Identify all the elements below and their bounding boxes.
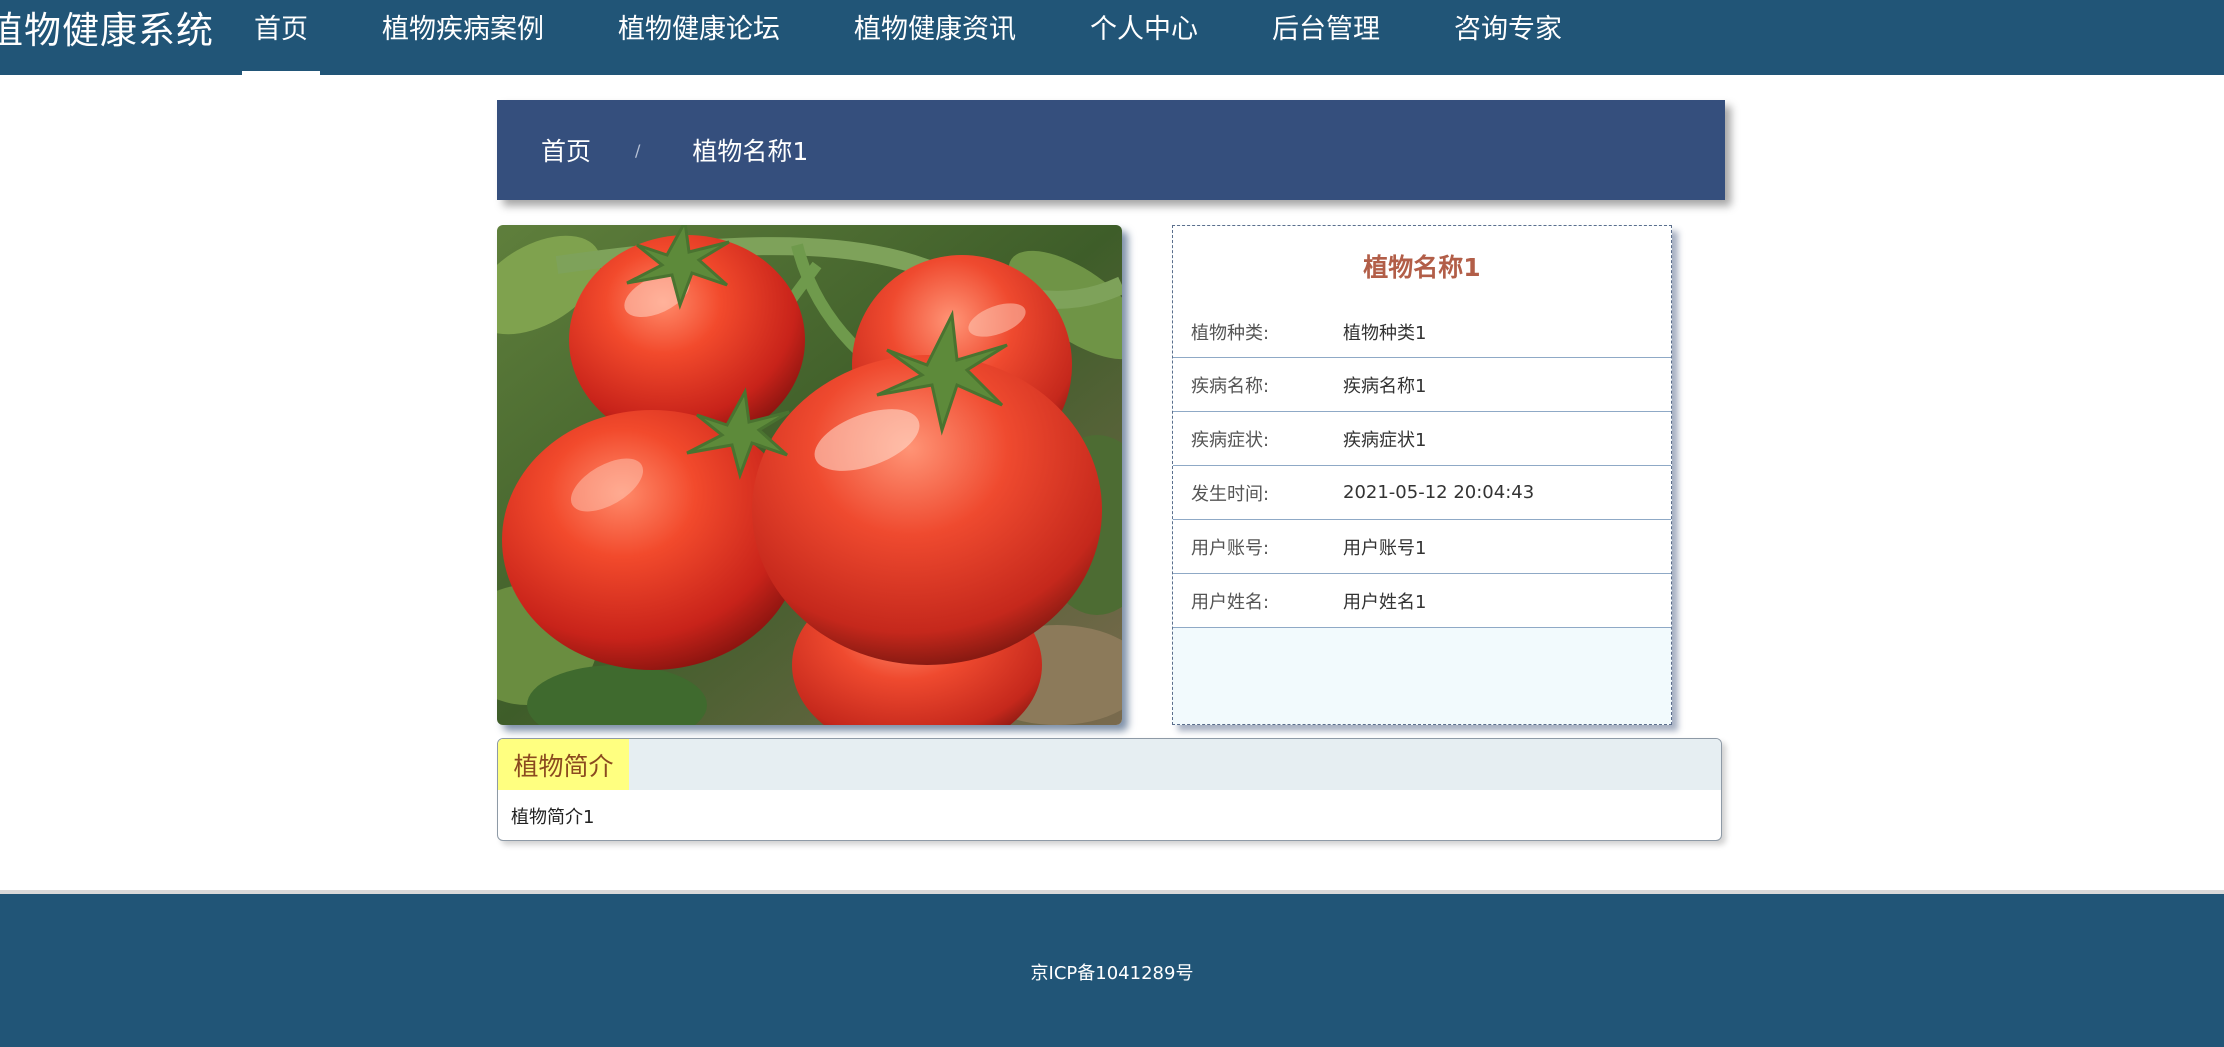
detail-row-occur-time: 发生时间: 2021-05-12 20:04:43: [1173, 466, 1671, 520]
detail-label: 用户姓名:: [1191, 591, 1270, 613]
tomato-photo-icon: [497, 225, 1122, 725]
page-footer: 京ICP备1041289号: [0, 890, 2224, 1047]
detail-header: 植物名称1: [1173, 226, 1671, 306]
nav-health-forum[interactable]: 植物健康论坛: [606, 0, 792, 75]
plant-detail-card: 植物名称1 植物种类: 植物种类1 疾病名称: 疾病名称1 疾病症状: 疾病症状…: [1172, 225, 1672, 725]
detail-value: 2021-05-12 20:04:43: [1343, 482, 1535, 503]
top-navbar: 植物健康系统 首页 植物疾病案例 植物健康论坛 植物健康资讯 个人中心 后台管理…: [0, 0, 2224, 75]
detail-label: 疾病名称:: [1191, 375, 1270, 397]
nav-admin[interactable]: 后台管理: [1260, 0, 1392, 75]
nav-health-news[interactable]: 植物健康资讯: [842, 0, 1028, 75]
detail-value: 用户姓名1: [1343, 591, 1427, 613]
nav-personal-center[interactable]: 个人中心: [1078, 0, 1210, 75]
breadcrumb-home-link[interactable]: 首页: [541, 132, 591, 168]
detail-table: 植物种类: 植物种类1 疾病名称: 疾病名称1 疾病症状: 疾病症状1 发生时间…: [1173, 306, 1671, 628]
nav-consult-expert[interactable]: 咨询专家: [1442, 0, 1574, 75]
detail-row-user-name: 用户姓名: 用户姓名1: [1173, 574, 1671, 628]
nav-disease-cases[interactable]: 植物疾病案例: [370, 0, 556, 75]
intro-tab-bar: 植物简介: [498, 739, 1721, 790]
detail-value: 疾病名称1: [1343, 375, 1427, 397]
detail-value: 植物种类1: [1343, 322, 1427, 344]
tab-plant-intro[interactable]: 植物简介: [498, 739, 629, 790]
icp-record: 京ICP备1041289号: [1030, 962, 1194, 984]
breadcrumb-separator: /: [635, 140, 641, 160]
detail-label: 植物种类:: [1191, 322, 1270, 344]
plant-photo: [497, 225, 1122, 725]
plant-intro-panel: 植物简介 植物简介1: [497, 738, 1722, 841]
main-menu: 首页 植物疾病案例 植物健康论坛 植物健康资讯 个人中心 后台管理 咨询专家: [242, 0, 1624, 75]
nav-home[interactable]: 首页: [242, 0, 320, 75]
detail-value: 用户账号1: [1343, 537, 1427, 559]
detail-row-disease-name: 疾病名称: 疾病名称1: [1173, 358, 1671, 412]
detail-label: 疾病症状:: [1191, 429, 1270, 451]
detail-row-disease-symptom: 疾病症状: 疾病症状1: [1173, 412, 1671, 466]
detail-row-plant-type: 植物种类: 植物种类1: [1173, 306, 1671, 358]
intro-content: 植物简介1: [511, 807, 595, 828]
detail-value: 疾病症状1: [1343, 429, 1427, 451]
plant-name-title: 植物名称1: [1363, 253, 1481, 282]
detail-row-user-account: 用户账号: 用户账号1: [1173, 520, 1671, 574]
breadcrumb-current: 植物名称1: [692, 137, 809, 166]
breadcrumb: 首页 / 植物名称1: [497, 100, 1725, 200]
site-brand[interactable]: 植物健康系统: [0, 8, 214, 54]
detail-label: 发生时间:: [1191, 483, 1270, 505]
detail-label: 用户账号:: [1191, 537, 1270, 559]
